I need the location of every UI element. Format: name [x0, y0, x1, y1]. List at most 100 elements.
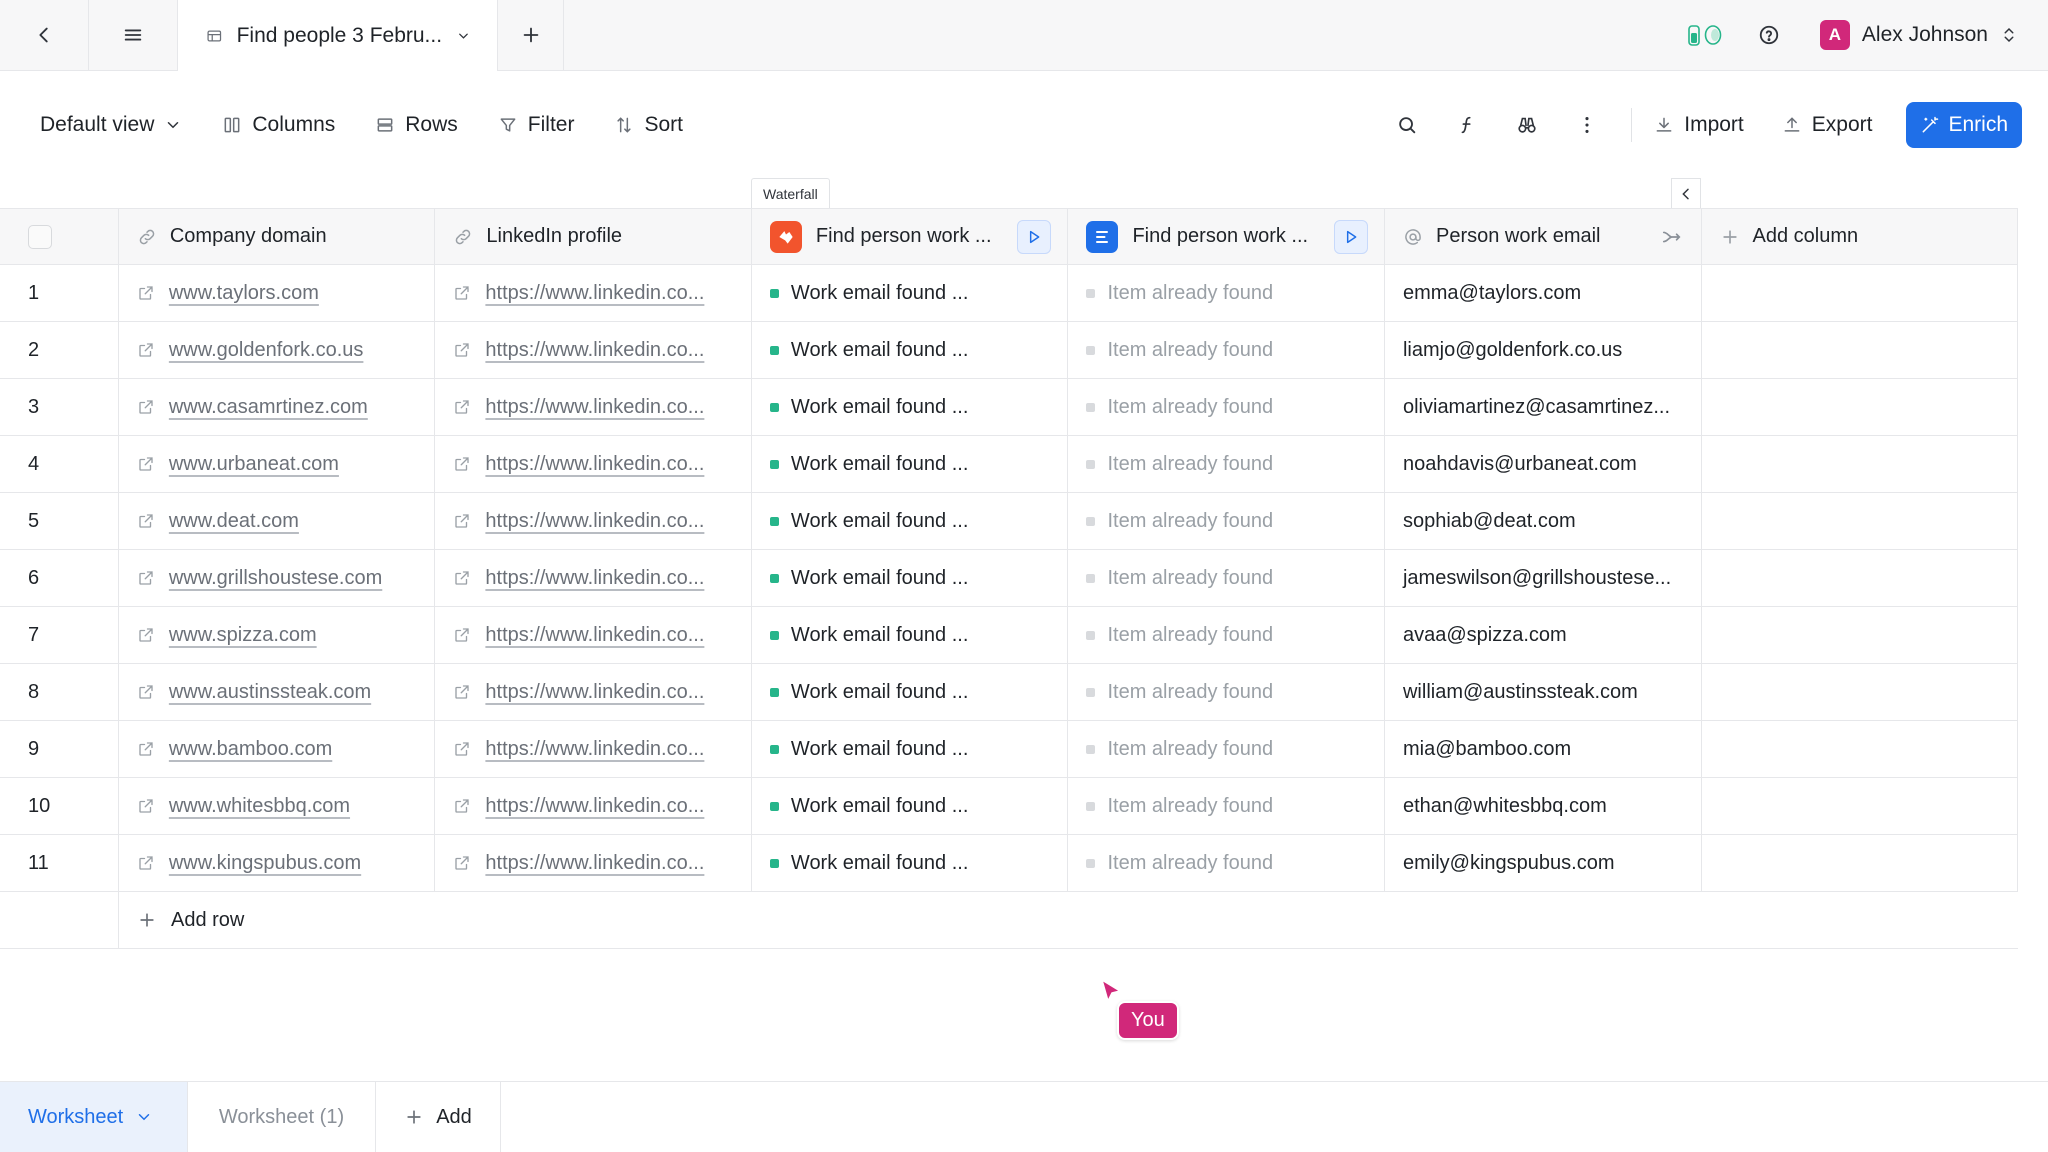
row-number-cell[interactable]: 4 — [0, 436, 119, 492]
work-email-cell[interactable]: mia@bamboo.com — [1385, 721, 1702, 777]
column-header-find-work-2[interactable]: Find person work ... — [1068, 209, 1385, 264]
company-domain-cell[interactable]: www.austinssteak.com — [119, 664, 436, 720]
company-domain-link[interactable]: www.goldenfork.co.us — [169, 339, 364, 362]
sort-button[interactable]: Sort — [614, 113, 683, 137]
linkedin-cell[interactable]: https://www.linkedin.co... — [435, 607, 752, 663]
rows-button[interactable]: Rows — [375, 113, 458, 137]
row-number-cell[interactable]: 8 — [0, 664, 119, 720]
table-row[interactable]: 9 www.bamboo.com https://www.linkedin.co..… — [0, 721, 2019, 778]
credits-indicator[interactable] — [1688, 24, 1722, 46]
find-work-1-cell[interactable]: Work email found ... — [752, 721, 1069, 777]
formula-button[interactable] — [1437, 114, 1497, 136]
column-header-company-domain[interactable]: Company domain — [119, 209, 436, 264]
company-domain-cell[interactable]: www.urbaneat.com — [119, 436, 436, 492]
linkedin-cell[interactable]: https://www.linkedin.co... — [435, 550, 752, 606]
search-button[interactable] — [1377, 114, 1437, 136]
company-domain-cell[interactable]: www.casamrtinez.com — [119, 379, 436, 435]
default-view-dropdown[interactable]: Default view — [40, 113, 182, 137]
linkedin-link[interactable]: https://www.linkedin.co... — [485, 453, 704, 476]
company-domain-cell[interactable]: www.goldenfork.co.us — [119, 322, 436, 378]
table-row[interactable]: 2 www.goldenfork.co.us https://www.linkedi… — [0, 322, 2019, 379]
table-row[interactable]: 3 www.casamrtinez.com https://www.linkedin… — [0, 379, 2019, 436]
row-number-cell[interactable]: 10 — [0, 778, 119, 834]
find-work-2-cell[interactable]: Item already found — [1068, 265, 1385, 321]
linkedin-cell[interactable]: https://www.linkedin.co... — [435, 322, 752, 378]
linkedin-cell[interactable]: https://www.linkedin.co... — [435, 493, 752, 549]
company-domain-link[interactable]: www.bamboo.com — [169, 738, 332, 761]
linkedin-cell[interactable]: https://www.linkedin.co... — [435, 778, 752, 834]
linkedin-cell[interactable]: https://www.linkedin.co... — [435, 436, 752, 492]
run-column-button[interactable] — [1333, 219, 1368, 254]
import-button[interactable]: Import — [1654, 113, 1744, 137]
find-work-1-cell[interactable]: Work email found ... — [752, 379, 1069, 435]
table-row[interactable]: 1 www.taylors.com https://www.linkedin.co.… — [0, 265, 2019, 322]
company-domain-link[interactable]: www.deat.com — [169, 510, 299, 533]
column-header-find-work-1[interactable]: Find person work ... — [752, 209, 1069, 264]
company-domain-cell[interactable]: www.grillshoustese.com — [119, 550, 436, 606]
company-domain-link[interactable]: www.urbaneat.com — [169, 453, 339, 476]
linkedin-link[interactable]: https://www.linkedin.co... — [485, 282, 704, 305]
work-email-cell[interactable]: sophiab@deat.com — [1385, 493, 1702, 549]
find-work-2-cell[interactable]: Item already found — [1068, 664, 1385, 720]
table-row[interactable]: 11 www.kingspubus.com https://www.linkedin… — [0, 835, 2019, 892]
tab-find-people[interactable]: Find people 3 Febru... — [178, 0, 498, 72]
find-work-2-cell[interactable]: Item already found — [1068, 550, 1385, 606]
company-domain-link[interactable]: www.spizza.com — [169, 624, 317, 647]
find-work-1-cell[interactable]: Work email found ... — [752, 436, 1069, 492]
select-all-checkbox[interactable] — [28, 224, 52, 249]
table-row[interactable]: 4 www.urbaneat.com https://www.linkedin.co… — [0, 436, 2019, 493]
company-domain-cell[interactable]: www.kingspubus.com — [119, 835, 436, 891]
empty-cell[interactable] — [1702, 607, 2019, 663]
find-work-2-cell[interactable]: Item already found — [1068, 379, 1385, 435]
row-number-cell[interactable]: 9 — [0, 721, 119, 777]
empty-cell[interactable] — [1702, 835, 2019, 891]
work-email-cell[interactable]: emma@taylors.com — [1385, 265, 1702, 321]
menu-button[interactable] — [89, 0, 178, 70]
find-work-1-cell[interactable]: Work email found ... — [752, 493, 1069, 549]
collapse-waterfall-button[interactable] — [1671, 178, 1701, 208]
row-number-cell[interactable]: 7 — [0, 607, 119, 663]
find-work-1-cell[interactable]: Work email found ... — [752, 265, 1069, 321]
find-work-2-cell[interactable]: Item already found — [1068, 607, 1385, 663]
work-email-cell[interactable]: william@austinssteak.com — [1385, 664, 1702, 720]
find-work-2-cell[interactable]: Item already found — [1068, 322, 1385, 378]
linkedin-link[interactable]: https://www.linkedin.co... — [485, 510, 704, 533]
find-button[interactable] — [1497, 114, 1557, 136]
empty-cell[interactable] — [1702, 322, 2019, 378]
work-email-cell[interactable]: ethan@whitesbbq.com — [1385, 778, 1702, 834]
linkedin-link[interactable]: https://www.linkedin.co... — [485, 738, 704, 761]
row-number-cell[interactable]: 11 — [0, 835, 119, 891]
company-domain-cell[interactable]: www.spizza.com — [119, 607, 436, 663]
work-email-cell[interactable]: noahdavis@urbaneat.com — [1385, 436, 1702, 492]
company-domain-link[interactable]: www.kingspubus.com — [169, 852, 361, 875]
back-button[interactable] — [0, 0, 89, 70]
empty-cell[interactable] — [1702, 550, 2019, 606]
work-email-cell[interactable]: avaa@spizza.com — [1385, 607, 1702, 663]
company-domain-link[interactable]: www.whitesbbq.com — [169, 795, 350, 818]
linkedin-cell[interactable]: https://www.linkedin.co... — [435, 721, 752, 777]
add-sheet-button[interactable]: Add — [376, 1082, 501, 1152]
filter-button[interactable]: Filter — [498, 113, 574, 137]
add-row-button[interactable]: Add row — [119, 892, 244, 948]
enrich-button[interactable]: Enrich — [1906, 102, 2022, 148]
find-work-1-cell[interactable]: Work email found ... — [752, 664, 1069, 720]
sheet-tab-worksheet-1[interactable]: Worksheet (1) — [188, 1082, 376, 1152]
linkedin-link[interactable]: https://www.linkedin.co... — [485, 681, 704, 704]
row-number-cell[interactable]: 3 — [0, 379, 119, 435]
empty-cell[interactable] — [1702, 436, 2019, 492]
company-domain-cell[interactable]: www.whitesbbq.com — [119, 778, 436, 834]
company-domain-cell[interactable]: www.taylors.com — [119, 265, 436, 321]
linkedin-cell[interactable]: https://www.linkedin.co... — [435, 379, 752, 435]
table-row[interactable]: 10 www.whitesbbq.com https://www.linkedin.… — [0, 778, 2019, 835]
linkedin-link[interactable]: https://www.linkedin.co... — [485, 567, 704, 590]
user-menu[interactable]: A Alex Johnson — [1819, 20, 2018, 50]
find-work-2-cell[interactable]: Item already found — [1068, 493, 1385, 549]
company-domain-link[interactable]: www.grillshoustese.com — [169, 567, 382, 590]
find-work-1-cell[interactable]: Work email found ... — [752, 607, 1069, 663]
row-number-cell[interactable]: 5 — [0, 493, 119, 549]
work-email-cell[interactable]: oliviamartinez@casamrtinez... — [1385, 379, 1702, 435]
empty-cell[interactable] — [1702, 493, 2019, 549]
empty-cell[interactable] — [1702, 664, 2019, 720]
company-domain-link[interactable]: www.taylors.com — [169, 282, 319, 305]
empty-cell[interactable] — [1702, 379, 2019, 435]
